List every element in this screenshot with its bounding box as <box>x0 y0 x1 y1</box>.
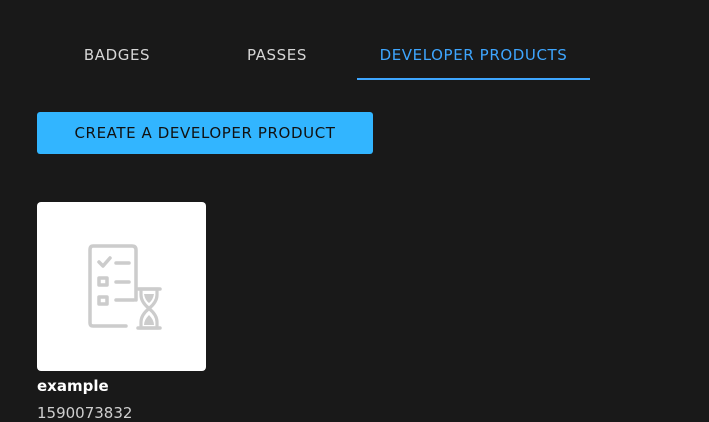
tab-passes[interactable]: PASSES <box>228 44 326 80</box>
product-card[interactable]: example 1590073832 <box>37 202 206 422</box>
product-thumbnail[interactable] <box>37 202 206 371</box>
create-developer-product-button[interactable]: CREATE A DEVELOPER PRODUCT <box>37 112 373 154</box>
tab-developer-products[interactable]: DEVELOPER PRODUCTS <box>357 44 590 80</box>
tab-badges[interactable]: BADGES <box>68 44 166 80</box>
checklist-hourglass-icon <box>88 244 162 330</box>
page: BADGES PASSES DEVELOPER PRODUCTS CREATE … <box>0 0 709 422</box>
tab-bar: BADGES PASSES DEVELOPER PRODUCTS <box>0 0 709 80</box>
product-name[interactable]: example <box>37 376 206 396</box>
product-id: 1590073832 <box>37 404 133 422</box>
